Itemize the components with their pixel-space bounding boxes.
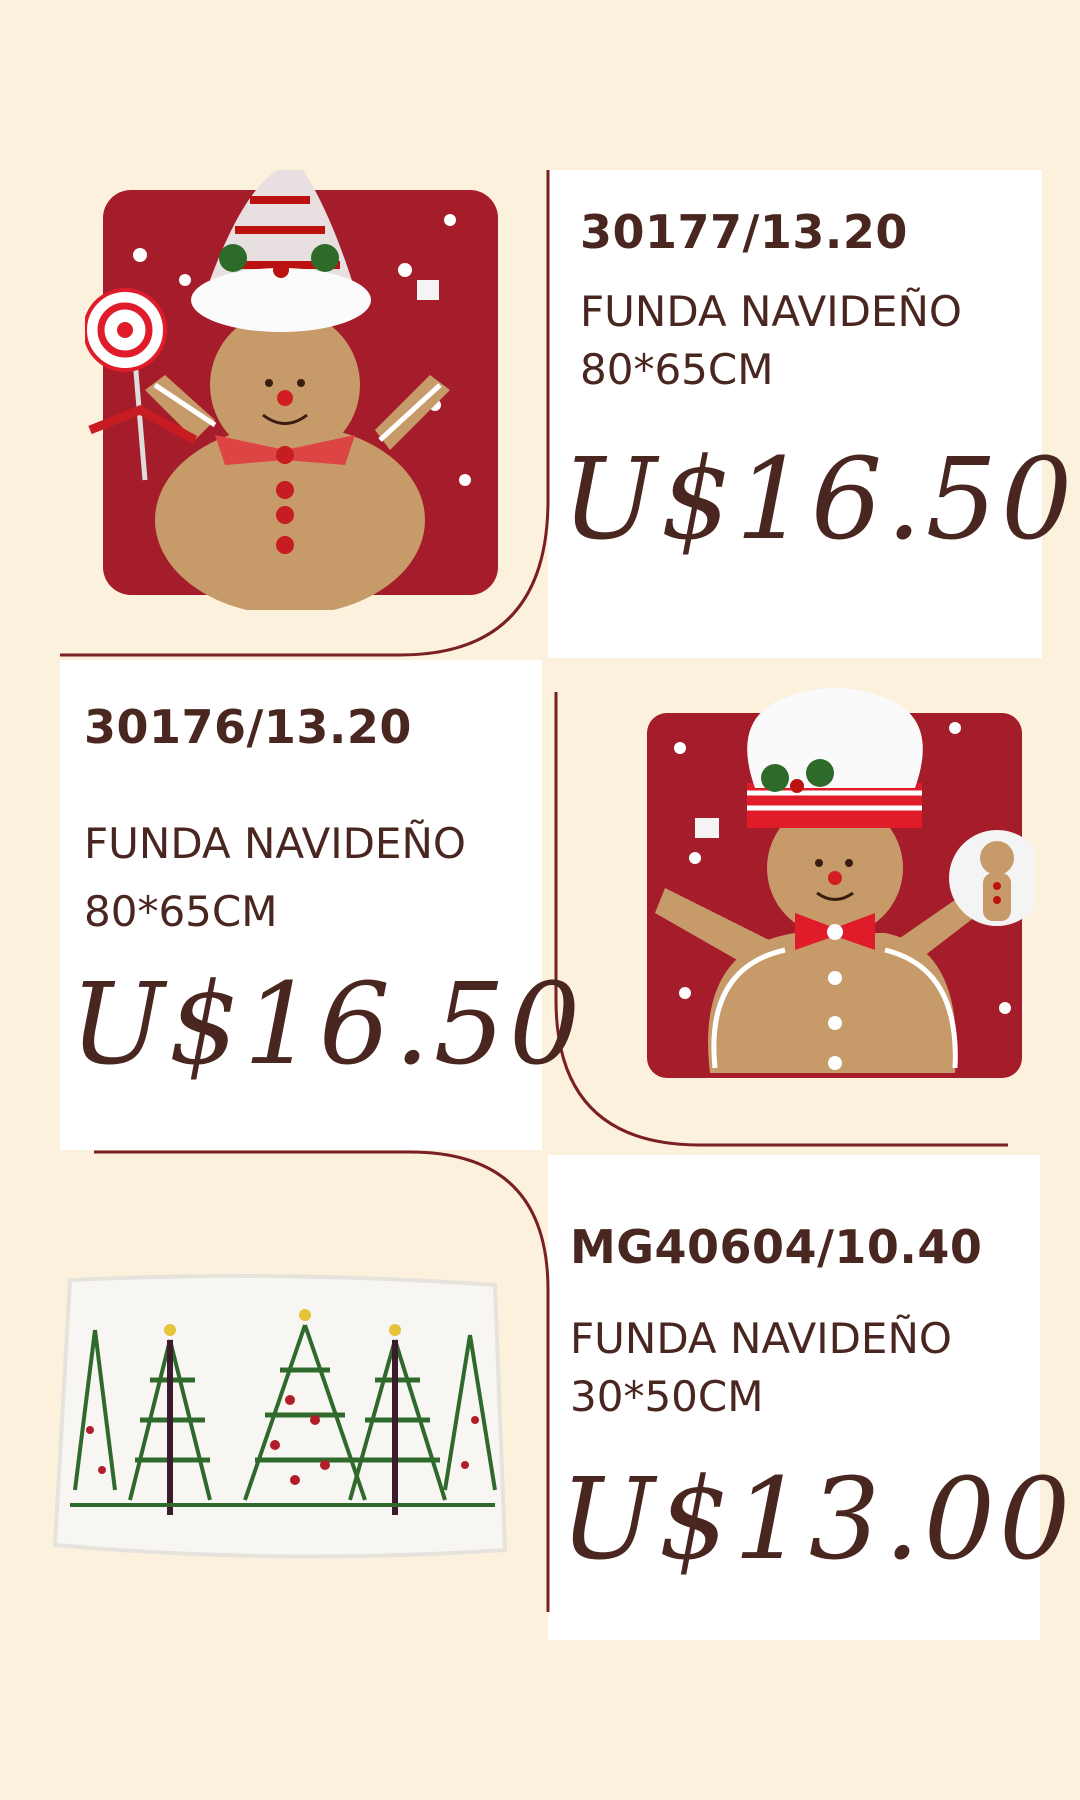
product-1-price: U$16.50 <box>562 435 1077 565</box>
product-1-desc: FUNDA NAVIDEÑO 80*65CM <box>580 283 962 399</box>
product-2-code: 30176/13.20 <box>84 700 412 754</box>
product-1-photo <box>85 170 505 610</box>
product-3-desc: FUNDA NAVIDEÑO 30*50CM <box>570 1310 952 1426</box>
product-1-desc-line2: 80*65CM <box>580 345 774 394</box>
product-2-price: U$16.50 <box>70 960 585 1090</box>
product-2-photo <box>635 688 1035 1088</box>
product-3-code: MG40604/10.40 <box>570 1220 983 1274</box>
product-3-desc-line2: 30*50CM <box>570 1372 764 1421</box>
product-3-price: U$13.00 <box>560 1455 1075 1585</box>
product-1-code: 30177/13.20 <box>580 205 908 259</box>
product-3-photo <box>50 1270 515 1570</box>
product-2-desc-line2: 80*65CM <box>84 887 278 936</box>
product-3-desc-line1: FUNDA NAVIDEÑO <box>570 1314 952 1363</box>
product-2-desc: FUNDA NAVIDEÑO 80*65CM <box>84 815 466 941</box>
product-2-desc-line1: FUNDA NAVIDEÑO <box>84 819 466 868</box>
product-1-desc-line1: FUNDA NAVIDEÑO <box>580 287 962 336</box>
